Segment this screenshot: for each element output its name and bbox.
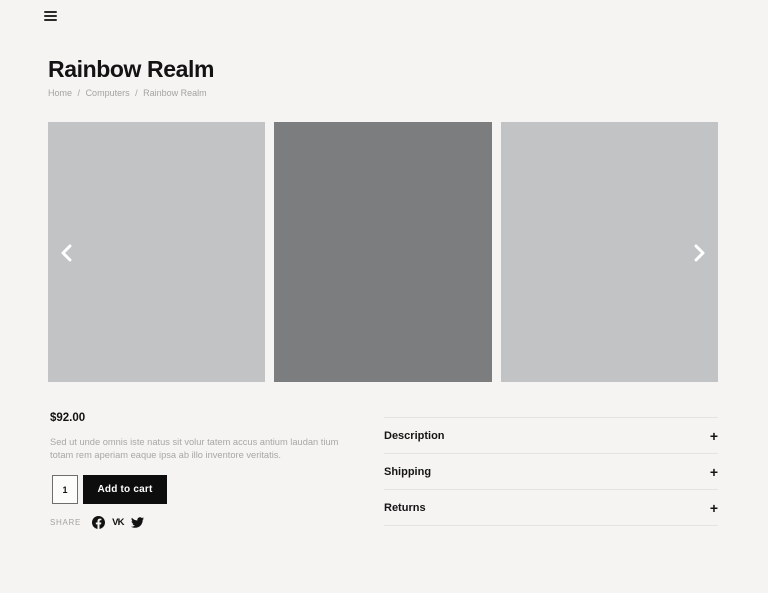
product-description-line: Sed ut unde omnis iste natus sit volur t… <box>50 436 338 449</box>
plus-icon: + <box>710 465 718 479</box>
accordion-label: Description <box>384 430 445 442</box>
breadcrumb-separator: / <box>78 88 81 98</box>
carousel-prev-button[interactable] <box>59 243 75 263</box>
breadcrumb-current: Rainbow Realm <box>143 88 207 98</box>
hamburger-bar <box>44 15 57 17</box>
chevron-right-icon <box>691 243 707 263</box>
plus-icon: + <box>710 429 718 443</box>
share-label: SHARE <box>50 518 81 527</box>
product-image-1 <box>48 122 265 382</box>
quantity-input[interactable] <box>52 475 78 504</box>
breadcrumb-computers[interactable]: Computers <box>86 88 130 98</box>
twitter-icon[interactable] <box>131 517 144 528</box>
add-to-cart-button[interactable]: Add to cart <box>83 475 167 504</box>
breadcrumb-home[interactable]: Home <box>48 88 72 98</box>
vk-icon[interactable]: VK <box>112 517 124 528</box>
product-image-carousel <box>48 122 718 382</box>
product-image-3 <box>501 122 718 382</box>
product-image-2 <box>274 122 491 382</box>
accordion-item-returns[interactable]: Returns + <box>384 490 718 526</box>
product-price: $92.00 <box>50 412 85 424</box>
breadcrumb: Home / Computers / Rainbow Realm <box>48 88 207 98</box>
vk-glyph: VK <box>112 517 124 528</box>
plus-icon: + <box>710 501 718 515</box>
hamburger-bar <box>44 11 57 13</box>
facebook-icon[interactable] <box>92 516 105 529</box>
product-description: Sed ut unde omnis iste natus sit volur t… <box>50 436 338 461</box>
accordion-label: Shipping <box>384 466 431 478</box>
breadcrumb-separator: / <box>135 88 138 98</box>
accordion-item-description[interactable]: Description + <box>384 418 718 454</box>
hamburger-menu-icon[interactable] <box>44 11 57 21</box>
share-row: SHARE VK <box>50 515 151 530</box>
product-info-accordion: Description + Shipping + Returns + <box>384 417 718 526</box>
product-description-line: totam rem aperiam eaque ipsa ab illo inv… <box>50 449 338 462</box>
hamburger-bar <box>44 19 57 21</box>
accordion-item-shipping[interactable]: Shipping + <box>384 454 718 490</box>
carousel-next-button[interactable] <box>691 243 707 263</box>
chevron-left-icon <box>59 243 75 263</box>
page-title: Rainbow Realm <box>48 56 214 83</box>
accordion-label: Returns <box>384 502 426 514</box>
